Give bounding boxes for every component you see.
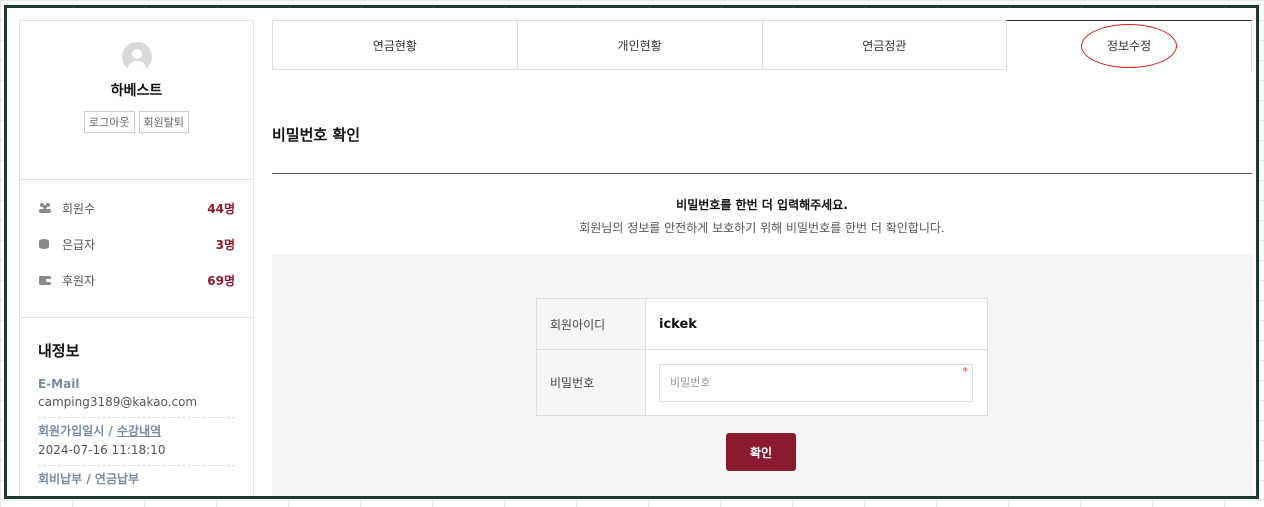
stat-label: 은급자 bbox=[62, 237, 96, 252]
stat-value: 3명 bbox=[215, 237, 235, 252]
tab-bar: 연금현황 개인현황 연금정관 정보수정 bbox=[272, 20, 1252, 70]
notice-sub: 회원님의 정보를 안전하게 보호하기 위해 비밀번호를 한번 더 확인합니다. bbox=[579, 221, 945, 235]
avatar bbox=[121, 42, 152, 72]
password-input[interactable] bbox=[659, 363, 973, 402]
screenshot-frame: 하베스트 로그아웃 회원탈퇴 회원수 44명 은급자 3명 후원자 69명 내정… bbox=[4, 5, 1259, 499]
my-info-panel: 내정보 E-Mail camping3189@kakao.com 회원가입일시 … bbox=[20, 340, 253, 495]
notice-strong: 비밀번호를 한번 더 입력해주세요. bbox=[676, 198, 848, 212]
member-id-label: 회원아이디 bbox=[537, 299, 646, 349]
course-history-link[interactable]: 수강내역 bbox=[117, 424, 161, 438]
stat-row-pensioners: 은급자 3명 bbox=[38, 226, 235, 262]
fee-label: 회비납부 / 연금납부 bbox=[38, 472, 140, 486]
members-icon bbox=[38, 202, 52, 214]
confirm-button[interactable]: 확인 bbox=[726, 433, 796, 471]
password-field-wrap: * bbox=[646, 363, 973, 402]
tab-pension-status[interactable]: 연금현황 bbox=[272, 20, 517, 70]
email-label: E-Mail bbox=[38, 377, 80, 391]
required-mark: * bbox=[962, 364, 969, 378]
password-label: 비밀번호 bbox=[537, 350, 646, 415]
logout-button[interactable]: 로그아웃 bbox=[84, 111, 135, 133]
stat-label: 후원자 bbox=[62, 273, 96, 288]
row-member-id: 회원아이디 ickek bbox=[537, 299, 987, 349]
highlight-circle bbox=[1081, 23, 1178, 68]
stat-value: 69명 bbox=[207, 273, 235, 288]
coins-icon bbox=[38, 238, 52, 250]
stat-row-members: 회원수 44명 bbox=[38, 190, 235, 226]
stats-panel: 회원수 44명 은급자 3명 후원자 69명 bbox=[20, 190, 253, 318]
member-id-value: ickek bbox=[659, 316, 697, 332]
profile-buttons: 로그아웃 회원탈퇴 bbox=[20, 111, 253, 133]
row-password: 비밀번호 * bbox=[537, 349, 987, 415]
my-info-title: 내정보 bbox=[38, 342, 80, 360]
stat-value: 44명 bbox=[207, 201, 235, 216]
info-fee: 회비납부 / 연금납부 bbox=[38, 466, 235, 495]
withdraw-button[interactable]: 회원탈퇴 bbox=[138, 111, 189, 133]
join-label: 회원가입일시 / 수강내역 bbox=[38, 422, 235, 439]
notice: 비밀번호를 한번 더 입력해주세요. 회원님의 정보를 안전하게 보호하기 위해… bbox=[272, 174, 1252, 254]
sidebar: 하베스트 로그아웃 회원탈퇴 회원수 44명 은급자 3명 후원자 69명 내정… bbox=[19, 20, 254, 496]
profile-panel: 하베스트 로그아웃 회원탈퇴 bbox=[20, 42, 253, 180]
join-label-text: 회원가입일시 / bbox=[38, 424, 117, 438]
wallet-icon bbox=[38, 274, 52, 286]
password-form: 회원아이디 ickek 비밀번호 * bbox=[536, 298, 988, 416]
stat-row-sponsors: 후원자 69명 bbox=[38, 262, 235, 298]
user-name: 하베스트 bbox=[110, 83, 163, 99]
info-join: 회원가입일시 / 수강내역 2024-07-16 11:18:10 bbox=[38, 418, 235, 466]
info-email: E-Mail camping3189@kakao.com bbox=[38, 373, 235, 418]
main-content: 연금현황 개인현황 연금정관 정보수정 비밀번호 확인 비밀번호를 한번 더 입… bbox=[272, 20, 1252, 496]
form-area: 회원아이디 ickek 비밀번호 * 확인 bbox=[272, 254, 1252, 496]
tab-personal-status[interactable]: 개인현황 bbox=[516, 20, 762, 70]
tab-edit-info[interactable]: 정보수정 bbox=[1006, 20, 1252, 70]
join-value: 2024-07-16 11:18:10 bbox=[38, 443, 166, 457]
stat-label: 회원수 bbox=[62, 201, 96, 216]
tab-pension-articles[interactable]: 연금정관 bbox=[761, 20, 1007, 70]
email-value: camping3189@kakao.com bbox=[38, 395, 198, 409]
page-title: 비밀번호 확인 bbox=[272, 124, 1252, 174]
